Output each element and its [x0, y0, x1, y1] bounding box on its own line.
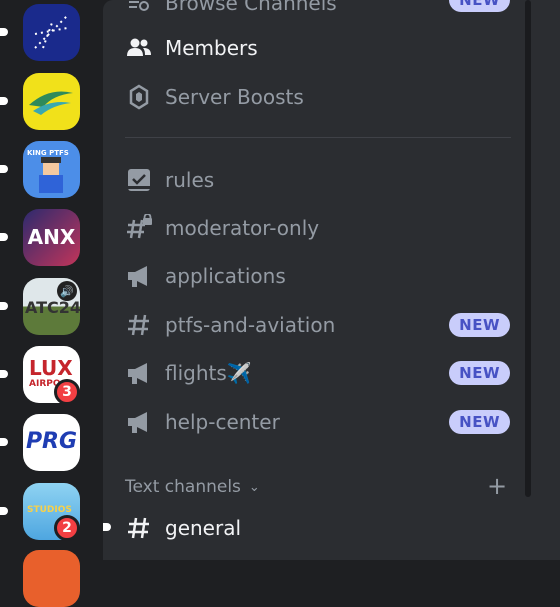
mention-badge: 2: [54, 515, 80, 541]
server-icon-prg[interactable]: PRG: [23, 414, 80, 471]
channel-name: rules: [165, 168, 215, 192]
unread-channel-indicator: [103, 523, 111, 531]
browse-channels-icon: [125, 0, 153, 17]
speaker-icon: 🔊: [57, 281, 77, 301]
channel-name: applications: [165, 264, 286, 288]
server-label: PRG: [25, 429, 78, 454]
browse-channels-label: Browse Channels: [165, 0, 337, 15]
unread-indicator: [0, 507, 8, 515]
scrollbar[interactable]: [525, 0, 531, 497]
announcement-icon: [125, 262, 153, 290]
hash-icon: [125, 311, 153, 339]
server-icon-atc24[interactable]: ATC24 🔊: [23, 278, 80, 335]
server-boosts-label: Server Boosts: [165, 85, 304, 109]
boost-icon: [125, 83, 153, 111]
server-icon-flightpath[interactable]: [23, 4, 80, 61]
category-label: Text channels: [125, 477, 241, 497]
server-label: STUDIOS: [27, 505, 72, 515]
announcement-icon: [125, 408, 153, 436]
new-badge: NEW: [449, 361, 510, 385]
members-icon: [125, 34, 153, 62]
channel-name: general: [165, 516, 242, 540]
channel-name: ptfs-and-aviation: [165, 313, 336, 337]
server-label: LUX: [29, 356, 73, 380]
channel-panel: Browse Channels NEW Members Server Boost…: [103, 0, 560, 560]
server-label: ANX: [27, 225, 76, 249]
unread-indicator: [0, 165, 8, 173]
server-boosts-item[interactable]: Server Boosts: [125, 77, 517, 117]
server-rail: KING PTFS ANX ATC24 🔊 LUX AIRPO 3 PRG ST…: [0, 0, 103, 607]
unread-indicator: [0, 233, 8, 241]
new-badge: NEW: [449, 0, 510, 12]
server-label: ATC24: [25, 298, 80, 317]
divider: [125, 137, 511, 138]
add-channel-icon[interactable]: +: [487, 472, 507, 500]
hash-icon: [125, 514, 153, 542]
mention-badge: 3: [54, 379, 80, 405]
chevron-down-icon: ⌄: [248, 479, 260, 495]
flightpath-icon: [34, 15, 68, 49]
channel-moderator-only[interactable]: moderator-only: [125, 208, 517, 248]
unread-indicator: [0, 438, 8, 446]
server-icon-anx[interactable]: ANX: [23, 209, 80, 266]
channel-applications[interactable]: applications: [125, 256, 517, 296]
channel-name: flights✈️: [165, 361, 252, 385]
server-icon-king-ptfs[interactable]: KING PTFS: [23, 141, 80, 198]
unread-indicator: [0, 28, 8, 36]
members-item[interactable]: Members: [125, 28, 517, 68]
unread-indicator: [0, 97, 8, 105]
announcement-icon: [125, 359, 153, 387]
channel-rules[interactable]: rules: [125, 160, 517, 200]
category-text-channels[interactable]: Text channels ⌄: [125, 474, 260, 500]
new-badge: NEW: [449, 313, 510, 337]
members-label: Members: [165, 36, 258, 60]
bird-icon: [29, 91, 73, 115]
server-label: KING PTFS: [27, 149, 69, 157]
new-badge: NEW: [449, 410, 510, 434]
server-icon-airline-bird[interactable]: [23, 73, 80, 130]
channel-general[interactable]: general: [125, 508, 517, 548]
locked-hash-icon: [125, 214, 153, 242]
channel-name: moderator-only: [165, 216, 320, 240]
server-icon-partial[interactable]: [23, 550, 80, 607]
channel-name: help-center: [165, 410, 280, 434]
unread-indicator: [0, 370, 8, 378]
rules-icon: [125, 166, 153, 194]
unread-indicator: [0, 302, 8, 310]
